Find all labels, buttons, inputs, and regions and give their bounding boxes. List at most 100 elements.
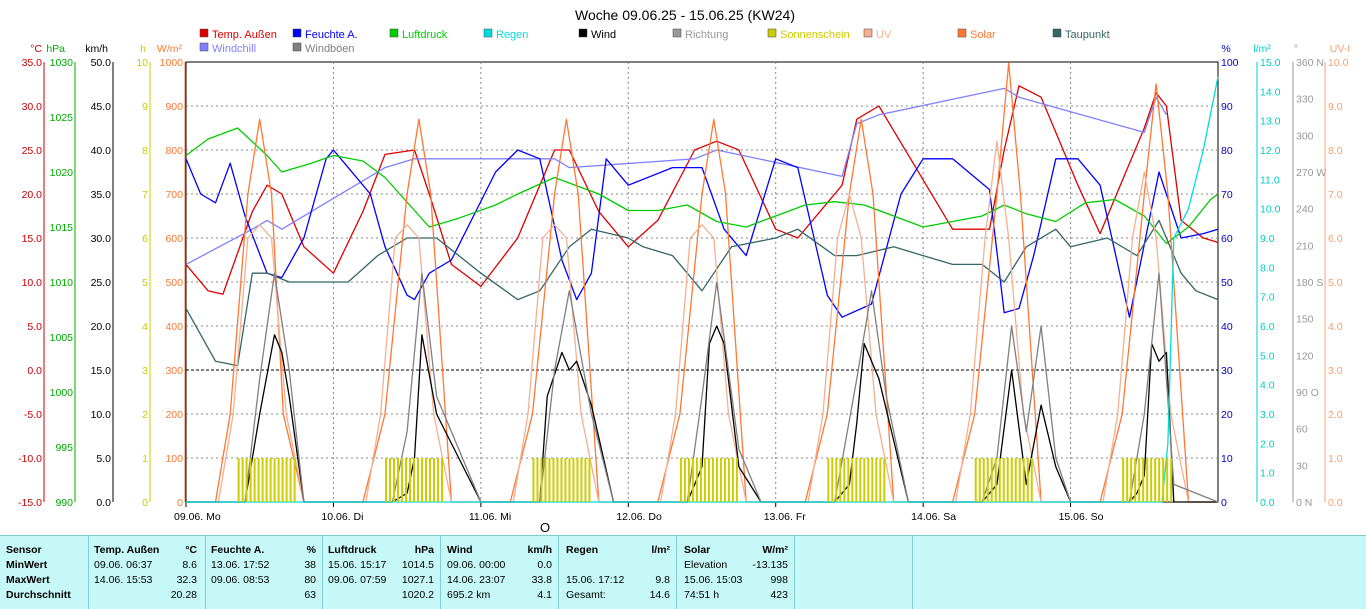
- axis-tick-label: 1010: [50, 277, 74, 289]
- sunshine-bar: [847, 458, 850, 502]
- legend-swatch: [292, 42, 302, 52]
- feuchte-title: Feuchte A.: [211, 544, 265, 556]
- sunshine-bar: [831, 458, 834, 502]
- axis-tick-label: 1000: [50, 387, 74, 399]
- axis-tick-label: 0.0: [27, 365, 42, 377]
- legend-swatch: [767, 28, 777, 38]
- sunshine-bar: [417, 458, 420, 502]
- sunshine-bar: [855, 458, 858, 502]
- x-tick-label: 13.06. Fr: [764, 511, 807, 523]
- axis-tick-label: 2.0: [1260, 438, 1275, 450]
- sunshine-bar: [413, 458, 416, 502]
- axis-tick-label: 0.0: [96, 497, 111, 509]
- axis-tick-label: 1020: [50, 167, 74, 179]
- sunshine-bar: [974, 458, 977, 502]
- sunshine-bar: [839, 458, 842, 502]
- sunshine-bar: [986, 458, 989, 502]
- axis-tick-label: 12.0: [1260, 145, 1281, 157]
- sunshine-bar: [536, 458, 539, 502]
- sunshine-bar: [695, 458, 698, 502]
- x-tick-label: 15.06. So: [1059, 511, 1104, 523]
- axis-tick-label: 10.0: [91, 409, 112, 421]
- sunshine-bar: [735, 458, 738, 502]
- sunshine-bar: [998, 458, 1001, 502]
- grid: 09.06. Mo 10.06. Di 11.06. Mi 12.06. Do 13.0…: [174, 61, 1219, 523]
- solar-unit: W/m²: [762, 544, 788, 556]
- axis-tick-label: 60: [1221, 233, 1233, 245]
- sunshine-bar: [883, 458, 886, 502]
- axis-tick-label: 13.0: [1260, 116, 1281, 128]
- wind-distance: 695.2 km: [447, 589, 491, 601]
- axis-tick-label: 1.0: [1328, 453, 1343, 465]
- sunshine-bar: [572, 458, 575, 502]
- legend-swatch: [672, 28, 682, 38]
- axis-tick-label: 240: [1296, 204, 1314, 216]
- sunshine-bar: [405, 458, 408, 502]
- sunshine-bar: [1014, 458, 1017, 502]
- sensor-title: Sensor: [6, 544, 42, 556]
- row-min-label: MinWert: [6, 559, 48, 571]
- sunshine-bar: [859, 458, 862, 502]
- sunshine-bar: [433, 458, 436, 502]
- axis-tick-label: 5: [142, 277, 148, 289]
- sunshine-bar: [1158, 458, 1161, 502]
- axis-tick-label: 900: [165, 101, 183, 113]
- stats-luftdruck: Luftdruck hPa 15.06. 15:17 1014.5 09.06. 0…: [322, 536, 441, 609]
- axis-tick-label: 700: [165, 189, 183, 201]
- feuchte-min-time: 13.06. 17:52: [211, 559, 270, 571]
- x-tick-label: 11.06. Mi: [469, 511, 511, 523]
- sunshine-bar: [588, 458, 591, 502]
- axis-tick-label: 10: [136, 57, 148, 69]
- sunshine-bar: [711, 458, 714, 502]
- sunshine-bar: [1154, 458, 1157, 502]
- x-tick-label: 12.06. Do: [616, 511, 662, 523]
- sunshine-bar: [548, 458, 551, 502]
- axis-tick-label: 5.0: [27, 321, 42, 333]
- series-line: [186, 76, 1219, 503]
- sunshine-bar: [393, 458, 396, 502]
- regen-total-label: Gesamt:: [566, 589, 606, 601]
- axis-tick-label: 3.0: [1328, 365, 1343, 377]
- sunshine-bar: [1166, 458, 1169, 502]
- sunshine-bar: [273, 458, 276, 502]
- axis-tick-label: 6: [142, 233, 148, 245]
- legend-label: Wind: [591, 29, 616, 41]
- axis-tick-label: 10: [1221, 453, 1233, 465]
- sunshine-bar: [560, 458, 563, 502]
- sunshine-bar: [851, 458, 854, 502]
- axis-unit: h: [140, 43, 146, 55]
- axis-tick-label: 4.0: [1328, 321, 1343, 333]
- sunshine-bar: [687, 458, 690, 502]
- sunshine-bar: [1142, 458, 1145, 502]
- wind-unit: km/h: [527, 544, 552, 556]
- axis-unit: l/m²: [1253, 43, 1271, 55]
- axis-tick-label: 20.0: [22, 189, 43, 201]
- sunshine-bar: [1126, 458, 1129, 502]
- axis-tick-label: 25.0: [91, 277, 112, 289]
- temp-min-time: 09.06. 06:37: [94, 559, 153, 571]
- sunshine-bar: [1162, 458, 1165, 502]
- sunshine-bar: [1150, 458, 1153, 502]
- sunshine-bar: [1130, 458, 1133, 502]
- axis-tick-label: 30.0: [22, 101, 43, 113]
- feuchte-max-value: 80: [304, 574, 316, 586]
- axis-tick-label: 14.0: [1260, 86, 1281, 98]
- legend-label: Windchill: [212, 43, 256, 55]
- legend-label: Sonnenschein: [780, 29, 850, 41]
- sunshine-bar: [540, 458, 543, 502]
- sunshine-bar: [1018, 458, 1021, 502]
- sunshine-bar: [265, 458, 268, 502]
- axis-tick-label: 5.0: [96, 453, 111, 465]
- axis-tick-label: 330: [1296, 94, 1314, 106]
- stats-regen: Regen l/m² 15.06. 17:12 9.8 Gesamt: 14.6: [558, 536, 677, 609]
- axis-tick-label: 70: [1221, 189, 1233, 201]
- regen-max-time: 15.06. 17:12: [566, 574, 625, 586]
- axis-tick-label: 4.0: [1260, 380, 1275, 392]
- axis-tick-label: 400: [165, 321, 183, 333]
- axis-tick-label: 9.0: [1328, 101, 1343, 113]
- axis-tick-label: 60: [1296, 424, 1308, 436]
- sunshine-bar: [683, 458, 686, 502]
- axis-tick-label: 50.0: [91, 57, 112, 69]
- axis-tick-label: 100: [165, 453, 183, 465]
- axis-tick-label: 200: [165, 409, 183, 421]
